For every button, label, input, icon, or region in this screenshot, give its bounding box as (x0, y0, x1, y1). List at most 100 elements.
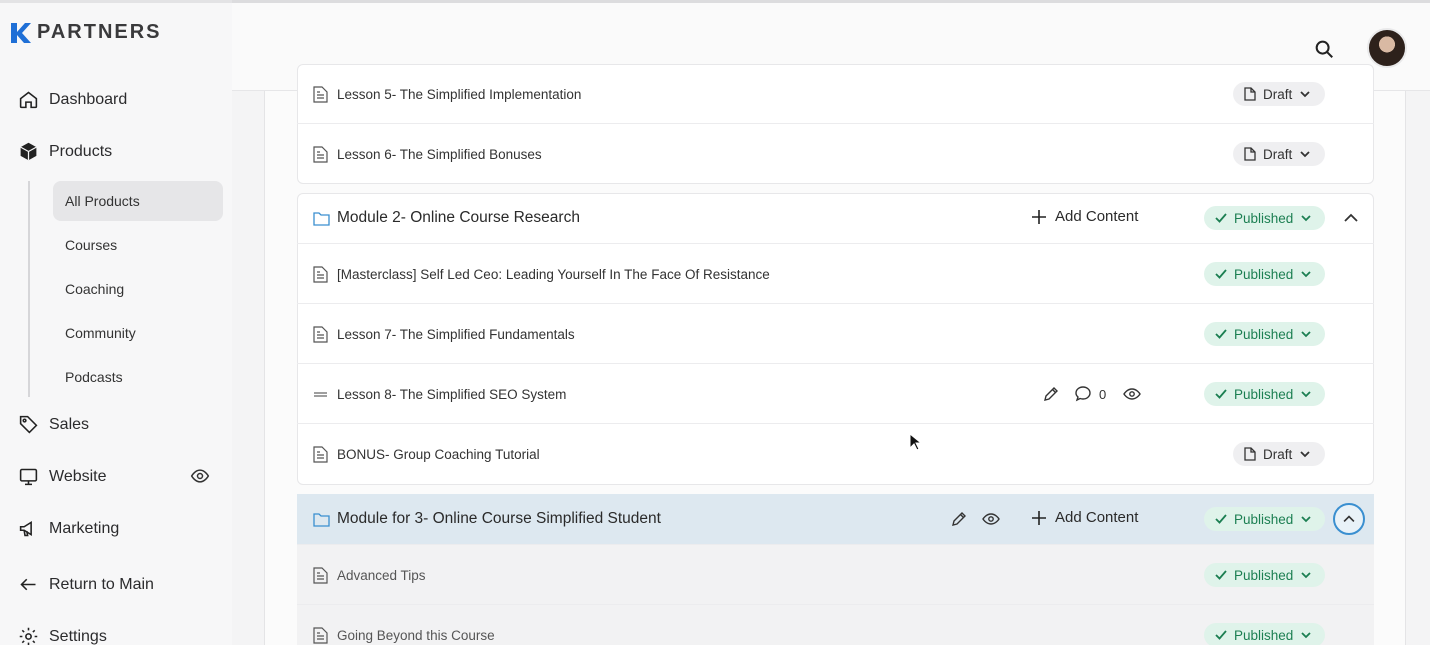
drag-handle-icon[interactable] (313, 386, 328, 403)
sidebar-subitem-community[interactable]: Community (53, 313, 223, 353)
document-icon (313, 567, 328, 584)
status-dropdown-published[interactable]: Published (1204, 206, 1325, 230)
check-icon (1215, 389, 1227, 399)
lesson-title: Lesson 6- The Simplified Bonuses (337, 147, 542, 162)
user-avatar[interactable] (1367, 28, 1407, 68)
lesson-row-lesson-8[interactable]: Lesson 8- The Simplified SEO System 0 Pu… (297, 364, 1374, 424)
chevron-down-icon (1301, 391, 1311, 398)
status-dropdown-draft[interactable]: Draft (1233, 82, 1325, 106)
lesson-title: Lesson 7- The Simplified Fundamentals (337, 327, 575, 342)
collapse-module-button[interactable] (1333, 503, 1365, 535)
lesson-title: Lesson 5- The Simplified Implementation (337, 87, 582, 102)
plus-icon (1032, 209, 1046, 224)
module-row-module-3[interactable]: Module for 3- Online Course Simplified S… (297, 494, 1374, 545)
module-row-module-2[interactable]: Module 2- Online Course Research Add Con… (297, 193, 1374, 244)
chevron-down-icon (1300, 451, 1310, 458)
lesson-title: Going Beyond this Course (337, 628, 495, 643)
status-dropdown-published[interactable]: Published (1204, 382, 1325, 406)
status-dropdown-draft[interactable]: Draft (1233, 442, 1325, 466)
add-content-button[interactable]: Add Content (1031, 208, 1138, 225)
sidebar-item-products[interactable]: Products (18, 141, 112, 162)
sidebar-item-label: Dashboard (49, 90, 128, 108)
module-title: Module for 3- Online Course Simplified S… (337, 510, 661, 527)
status-dropdown-published[interactable]: Published (1204, 563, 1325, 587)
check-icon (1215, 269, 1227, 279)
status-dropdown-published[interactable]: Published (1204, 623, 1325, 645)
sidebar-item-dashboard[interactable]: Dashboard (18, 89, 127, 110)
status-label: Published (1234, 567, 1294, 583)
sidebar-subitem-courses[interactable]: Courses (53, 225, 223, 265)
status-label: Draft (1263, 86, 1293, 102)
sidebar-subitem-all-products[interactable]: All Products (53, 181, 223, 221)
status-label: Published (1234, 511, 1294, 527)
status-label: Published (1234, 326, 1294, 342)
sidebar-item-website[interactable]: Website (18, 466, 107, 487)
chevron-down-icon (1301, 331, 1311, 338)
status-label: Draft (1263, 446, 1293, 462)
module-title: Module 2- Online Course Research (337, 209, 580, 226)
status-label: Draft (1263, 146, 1293, 162)
plus-icon (1032, 510, 1046, 525)
chevron-down-icon (1301, 271, 1311, 278)
lesson-title: Lesson 8- The Simplified SEO System (337, 387, 567, 402)
sidebar-subitem-coaching[interactable]: Coaching (53, 269, 223, 309)
eye-icon[interactable] (982, 510, 1000, 528)
comment-count: 0 (1099, 387, 1107, 402)
chevron-down-icon (1301, 572, 1311, 579)
sidebar-item-label: Website (49, 467, 107, 485)
lesson-row-masterclass[interactable]: [Masterclass] Self Led Ceo: Leading Your… (297, 244, 1374, 304)
chevron-up-icon[interactable] (1340, 207, 1362, 229)
sidebar-item-label: Return to Main (49, 575, 154, 593)
lesson-row-lesson-6[interactable]: Lesson 6- The Simplified Bonuses Draft (297, 124, 1374, 184)
folder-icon (313, 513, 330, 527)
tag-icon (19, 415, 38, 434)
eye-icon[interactable] (190, 466, 210, 486)
sidebar-item-return-to-main[interactable]: Return to Main (18, 574, 154, 595)
lesson-title: BONUS- Group Coaching Tutorial (337, 447, 540, 462)
add-content-button[interactable]: Add Content (1031, 509, 1138, 526)
file-icon (1244, 87, 1256, 101)
search-icon[interactable] (1313, 38, 1335, 60)
check-icon (1215, 329, 1227, 339)
sidebar: PARTNERS Dashboard Products All Products… (0, 0, 232, 645)
add-content-label: Add Content (1055, 509, 1139, 526)
status-dropdown-published[interactable]: Published (1204, 507, 1325, 531)
status-dropdown-published[interactable]: Published (1204, 262, 1325, 286)
document-icon (313, 446, 328, 463)
sidebar-item-settings[interactable]: Settings (18, 626, 107, 645)
check-icon (1215, 514, 1227, 524)
edit-pencil-icon[interactable] (950, 510, 968, 528)
document-icon (313, 86, 328, 103)
arrow-left-icon (20, 578, 36, 591)
document-icon (313, 326, 328, 343)
sidebar-subitem-podcasts[interactable]: Podcasts (53, 357, 223, 397)
lesson-row-lesson-7[interactable]: Lesson 7- The Simplified Fundamentals Pu… (297, 304, 1374, 364)
status-dropdown-published[interactable]: Published (1204, 322, 1325, 346)
file-icon (1244, 447, 1256, 461)
lesson-row-going-beyond[interactable]: Going Beyond this Course Published (297, 605, 1374, 645)
chevron-down-icon (1300, 151, 1310, 158)
comment-icon[interactable] (1074, 385, 1092, 403)
box-icon (20, 142, 37, 161)
sidebar-item-label: Settings (49, 627, 107, 645)
lesson-row-lesson-5[interactable]: Lesson 5- The Simplified Implementation … (297, 64, 1374, 124)
brand-logo[interactable]: PARTNERS (11, 21, 162, 44)
eye-icon[interactable] (1123, 385, 1141, 403)
lesson-title: Advanced Tips (337, 568, 426, 583)
chevron-up-icon (1343, 515, 1355, 523)
sidebar-item-sales[interactable]: Sales (18, 414, 89, 435)
edit-pencil-icon[interactable] (1042, 385, 1060, 403)
sidebar-item-label: Marketing (49, 519, 120, 537)
document-icon (313, 146, 328, 163)
chevron-down-icon (1300, 91, 1310, 98)
sidebar-item-label: Products (49, 142, 113, 160)
document-icon (313, 627, 328, 644)
lesson-row-advanced-tips[interactable]: Advanced Tips Published (297, 545, 1374, 605)
status-dropdown-draft[interactable]: Draft (1233, 142, 1325, 166)
folder-icon (313, 212, 330, 226)
sidebar-item-marketing[interactable]: Marketing (18, 518, 119, 539)
check-icon (1215, 570, 1227, 580)
lesson-title: [Masterclass] Self Led Ceo: Leading Your… (337, 267, 770, 282)
home-icon (19, 91, 38, 109)
lesson-row-bonus[interactable]: BONUS- Group Coaching Tutorial Draft (297, 424, 1374, 484)
